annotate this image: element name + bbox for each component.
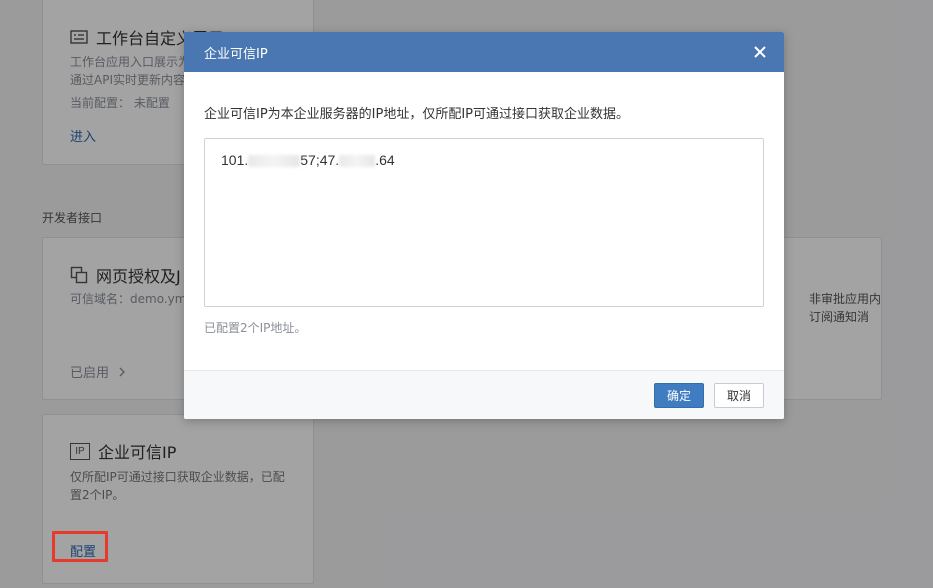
ip-text-part2: 57;47. <box>300 152 340 168</box>
dialog-description: 企业可信IP为本企业服务器的IP地址，仅所配IP可通过接口获取企业数据。 <box>204 107 630 122</box>
dialog-title: 企业可信IP <box>204 47 268 62</box>
ip-text-part1: 101. <box>221 152 249 168</box>
configure-highlight-annotation <box>52 531 108 562</box>
cancel-button[interactable]: 取消 <box>714 383 764 408</box>
close-icon[interactable] <box>750 42 770 62</box>
ip-value: 101. 57;47. .64 <box>221 152 395 168</box>
trusted-ip-dialog: 企业可信IP 企业可信IP为本企业服务器的IP地址，仅所配IP可通过接口获取企业… <box>184 32 784 419</box>
redacted-segment <box>339 155 376 168</box>
confirm-button[interactable]: 确定 <box>654 383 704 408</box>
ip-count-text: 已配置2个IP地址。 <box>204 321 307 335</box>
dialog-footer: 确定 取消 <box>184 370 784 419</box>
redacted-segment <box>248 155 301 168</box>
dialog-header: 企业可信IP <box>184 32 784 72</box>
ip-textarea[interactable]: 101. 57;47. .64 <box>204 138 764 307</box>
ip-text-part3: .64 <box>375 152 395 168</box>
